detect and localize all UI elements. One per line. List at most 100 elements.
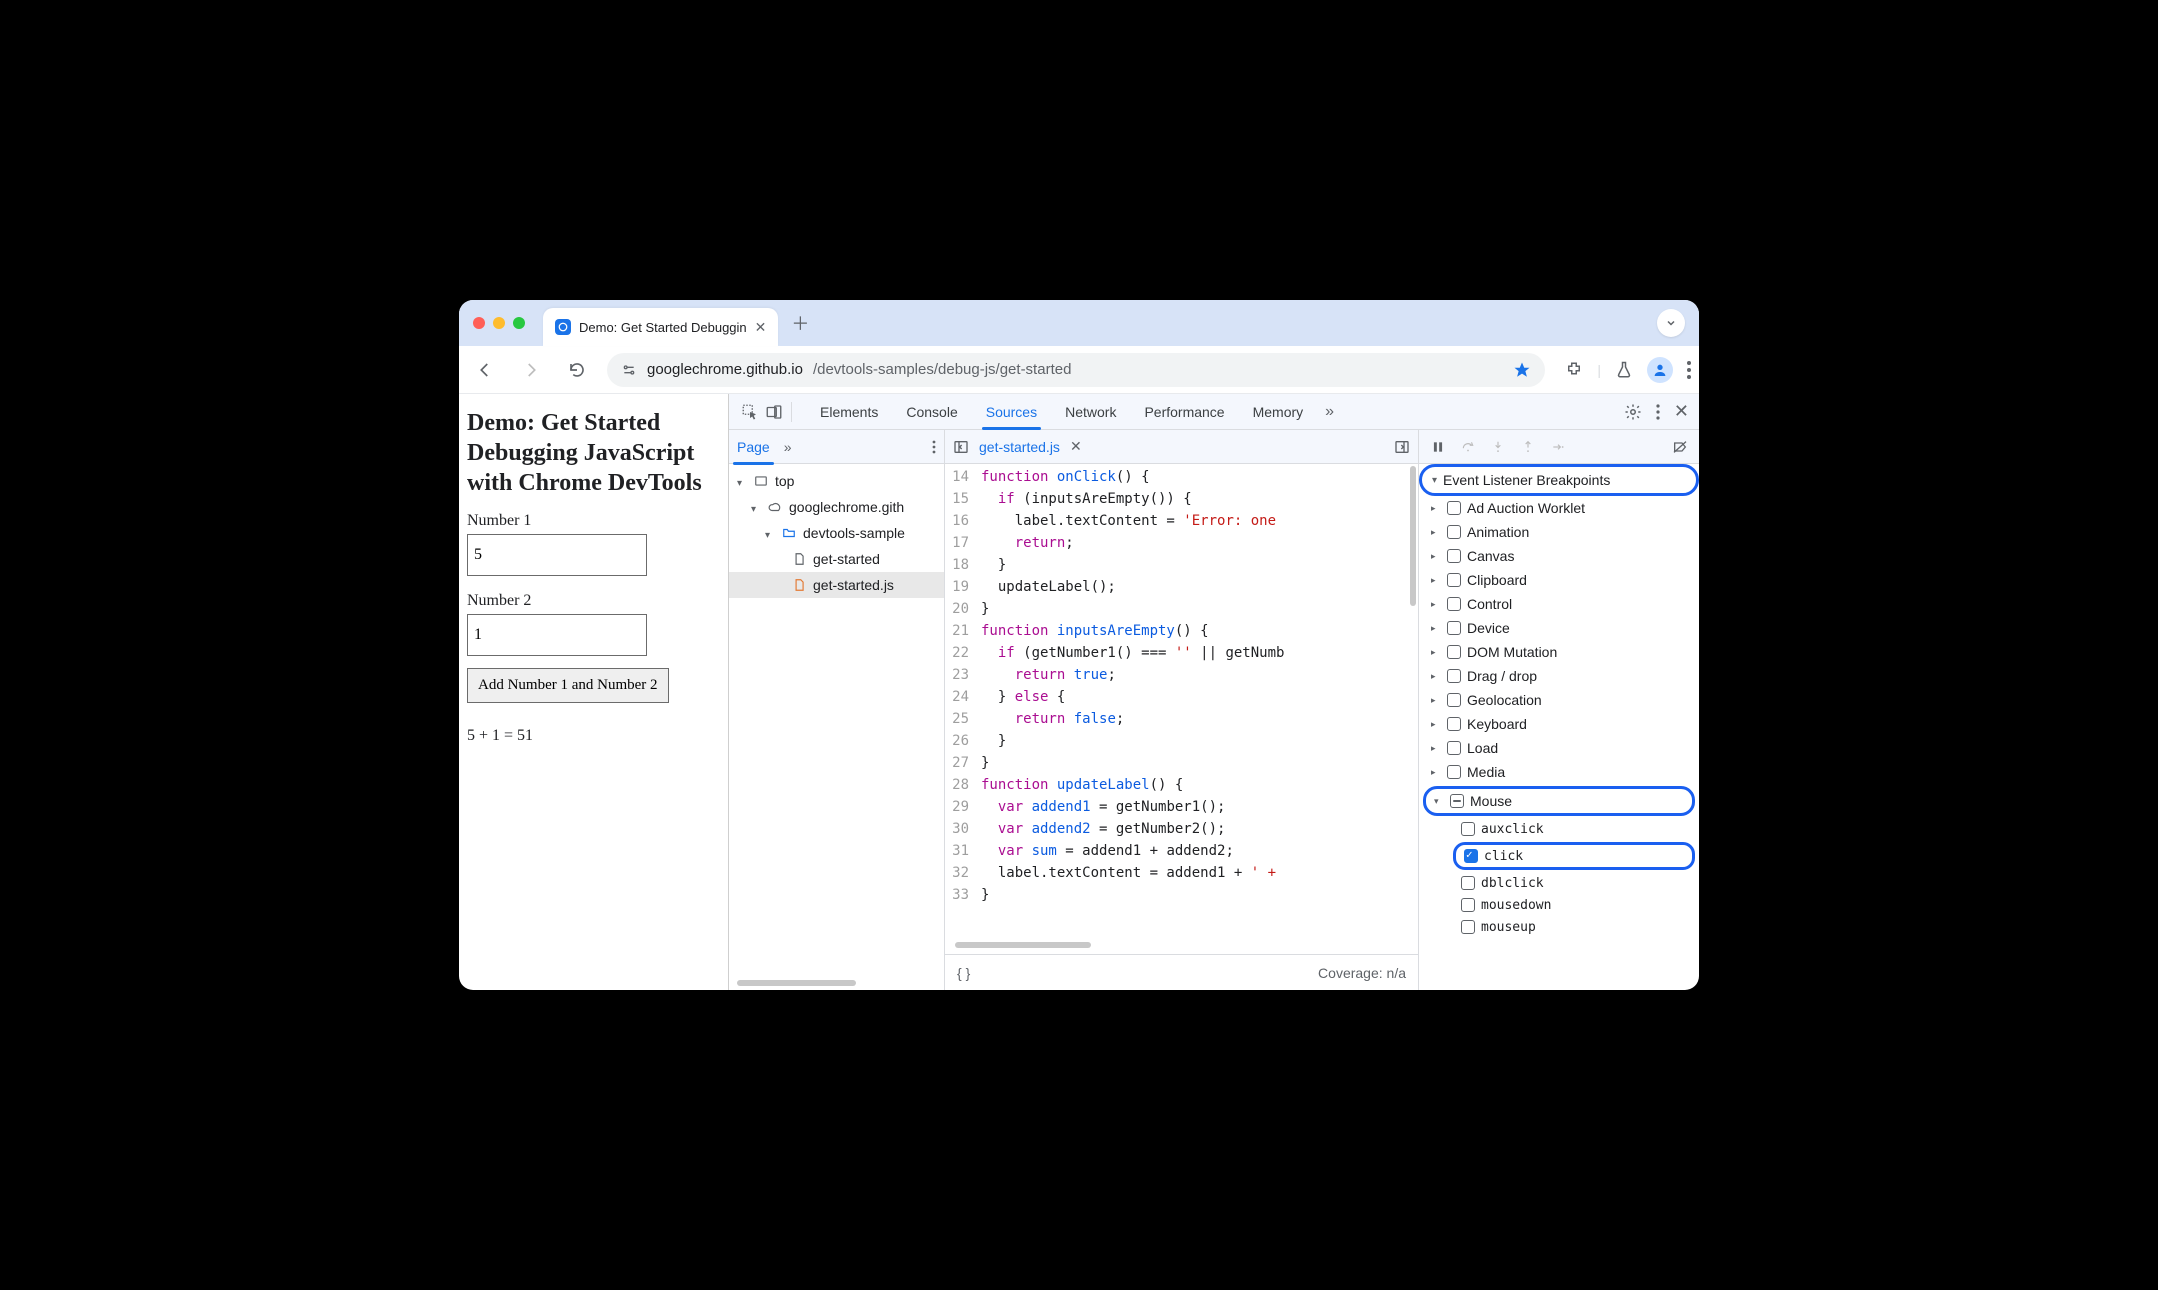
checkbox[interactable] xyxy=(1464,849,1478,863)
code-line[interactable]: 26 } xyxy=(945,730,1418,752)
line-number[interactable]: 17 xyxy=(945,532,981,554)
site-settings-icon[interactable] xyxy=(621,362,637,378)
elb-category-dom-mutation[interactable]: DOM Mutation xyxy=(1419,640,1699,664)
devtools-tab-elements[interactable]: Elements xyxy=(806,394,892,429)
tabs-dropdown-button[interactable] xyxy=(1657,309,1685,337)
step-button[interactable] xyxy=(1549,438,1567,456)
navigator-horizontal-scrollbar[interactable] xyxy=(737,980,936,986)
code-line[interactable]: 31 var sum = addend1 + addend2; xyxy=(945,840,1418,862)
checkbox[interactable] xyxy=(1447,621,1461,635)
checkbox[interactable] xyxy=(1461,876,1475,890)
elb-category-control[interactable]: Control xyxy=(1419,592,1699,616)
browser-tab[interactable]: Demo: Get Started Debuggin ✕ xyxy=(543,308,778,346)
devtools-close-icon[interactable]: ✕ xyxy=(1674,401,1689,422)
code-line[interactable]: 30 var addend2 = getNumber2(); xyxy=(945,818,1418,840)
code-line[interactable]: 25 return false; xyxy=(945,708,1418,730)
deactivate-breakpoints-button[interactable] xyxy=(1671,438,1689,456)
line-number[interactable]: 16 xyxy=(945,510,981,532)
elb-category-keyboard[interactable]: Keyboard xyxy=(1419,712,1699,736)
elb-category-device[interactable]: Device xyxy=(1419,616,1699,640)
address-bar[interactable]: googlechrome.github.io/devtools-samples/… xyxy=(607,353,1545,387)
step-over-button[interactable] xyxy=(1459,438,1477,456)
line-number[interactable]: 26 xyxy=(945,730,981,752)
navigator-tab-page[interactable]: Page xyxy=(737,439,770,455)
devtools-tab-console[interactable]: Console xyxy=(892,394,971,429)
labs-icon[interactable] xyxy=(1615,361,1633,379)
line-number[interactable]: 20 xyxy=(945,598,981,620)
bookmark-star-icon[interactable] xyxy=(1513,361,1531,379)
code-line[interactable]: 29 var addend1 = getNumber1(); xyxy=(945,796,1418,818)
reload-button[interactable] xyxy=(561,354,593,386)
checkbox[interactable] xyxy=(1447,765,1461,779)
profile-avatar[interactable] xyxy=(1647,357,1673,383)
window-close-button[interactable] xyxy=(473,317,485,329)
line-number[interactable]: 23 xyxy=(945,664,981,686)
checkbox[interactable] xyxy=(1447,741,1461,755)
devtools-tabs-overflow-icon[interactable]: » xyxy=(1317,394,1342,429)
code-line[interactable]: 18 } xyxy=(945,554,1418,576)
new-tab-button[interactable]: ＋ xyxy=(786,309,814,337)
tree-top-frame[interactable]: top xyxy=(729,468,944,494)
step-into-button[interactable] xyxy=(1489,438,1507,456)
checkbox[interactable] xyxy=(1461,898,1475,912)
checkbox[interactable] xyxy=(1450,794,1464,808)
devtools-tab-performance[interactable]: Performance xyxy=(1130,394,1238,429)
elb-category-media[interactable]: Media xyxy=(1419,760,1699,784)
line-number[interactable]: 29 xyxy=(945,796,981,818)
checkbox[interactable] xyxy=(1447,573,1461,587)
devtools-tab-sources[interactable]: Sources xyxy=(972,394,1051,429)
editor-tab-filename[interactable]: get-started.js xyxy=(979,439,1060,455)
elb-category-clipboard[interactable]: Clipboard xyxy=(1419,568,1699,592)
line-number[interactable]: 22 xyxy=(945,642,981,664)
code-line[interactable]: 20} xyxy=(945,598,1418,620)
number2-input[interactable] xyxy=(467,614,647,656)
pretty-print-icon[interactable]: { } xyxy=(957,965,970,981)
code-line[interactable]: 28function updateLabel() { xyxy=(945,774,1418,796)
step-out-button[interactable] xyxy=(1519,438,1537,456)
editor-horizontal-scrollbar[interactable] xyxy=(955,942,1408,948)
line-number[interactable]: 32 xyxy=(945,862,981,884)
toggle-debugger-icon[interactable] xyxy=(1394,439,1410,455)
line-number[interactable]: 28 xyxy=(945,774,981,796)
code-line[interactable]: 19 updateLabel(); xyxy=(945,576,1418,598)
checkbox[interactable] xyxy=(1447,669,1461,683)
code-line[interactable]: 33} xyxy=(945,884,1418,906)
code-line[interactable]: 17 return; xyxy=(945,532,1418,554)
line-number[interactable]: 21 xyxy=(945,620,981,642)
navigator-menu-icon[interactable] xyxy=(932,440,936,454)
checkbox[interactable] xyxy=(1447,549,1461,563)
line-number[interactable]: 15 xyxy=(945,488,981,510)
line-number[interactable]: 14 xyxy=(945,466,981,488)
checkbox[interactable] xyxy=(1461,822,1475,836)
elb-event-click[interactable]: click xyxy=(1456,845,1692,867)
chrome-menu-icon[interactable] xyxy=(1687,361,1691,379)
add-button[interactable]: Add Number 1 and Number 2 xyxy=(467,668,669,703)
code-line[interactable]: 16 label.textContent = 'Error: one xyxy=(945,510,1418,532)
device-toolbar-icon[interactable] xyxy=(763,401,785,423)
navigator-tabs-overflow-icon[interactable]: » xyxy=(784,439,792,455)
elb-category-drag-drop[interactable]: Drag / drop xyxy=(1419,664,1699,688)
devtools-menu-icon[interactable] xyxy=(1656,404,1660,420)
code-line[interactable]: 24 } else { xyxy=(945,686,1418,708)
checkbox[interactable] xyxy=(1461,920,1475,934)
line-number[interactable]: 24 xyxy=(945,686,981,708)
tree-file-html[interactable]: get-started xyxy=(729,546,944,572)
code-line[interactable]: 23 return true; xyxy=(945,664,1418,686)
back-button[interactable] xyxy=(469,354,501,386)
elb-category-ad-auction-worklet[interactable]: Ad Auction Worklet xyxy=(1419,496,1699,520)
window-minimize-button[interactable] xyxy=(493,317,505,329)
devtools-tab-memory[interactable]: Memory xyxy=(1239,394,1318,429)
code-line[interactable]: 27} xyxy=(945,752,1418,774)
forward-button[interactable] xyxy=(515,354,547,386)
code-line[interactable]: 32 label.textContent = addend1 + ' + xyxy=(945,862,1418,884)
elb-event-mouseup[interactable]: mouseup xyxy=(1419,916,1699,938)
code-line[interactable]: 15 if (inputsAreEmpty()) { xyxy=(945,488,1418,510)
checkbox[interactable] xyxy=(1447,597,1461,611)
inspect-element-icon[interactable] xyxy=(739,401,761,423)
pause-resume-button[interactable] xyxy=(1429,438,1447,456)
line-number[interactable]: 18 xyxy=(945,554,981,576)
event-listener-breakpoints-header[interactable]: Event Listener Breakpoints xyxy=(1419,464,1699,496)
tab-close-icon[interactable]: ✕ xyxy=(755,319,767,336)
editor-vertical-scrollbar[interactable] xyxy=(1410,466,1416,757)
line-number[interactable]: 19 xyxy=(945,576,981,598)
